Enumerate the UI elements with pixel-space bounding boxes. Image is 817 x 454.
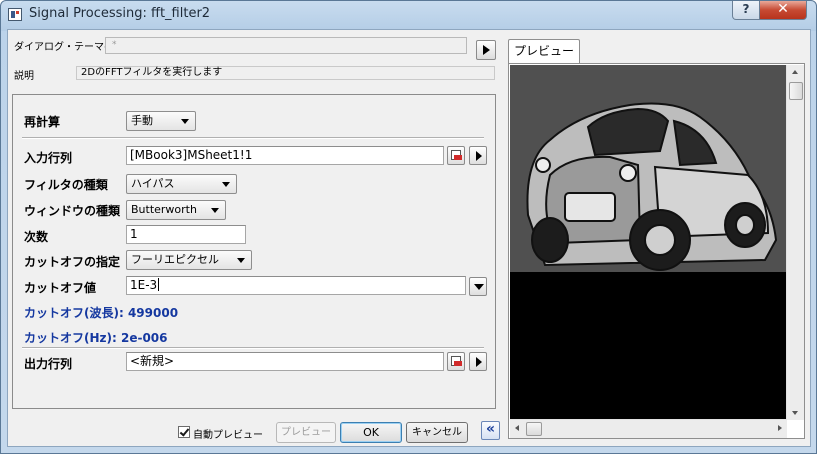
window-type-label: ウィンドウの種類	[24, 204, 121, 218]
scroll-down-icon[interactable]	[792, 411, 798, 415]
cutoff-hz-text: カットオフ(Hz): 2e-006	[24, 331, 168, 345]
scroll-up-icon[interactable]	[792, 70, 798, 74]
order-label: 次数	[24, 230, 49, 244]
input-matrix-field[interactable]: [MBook3]MSheet1!1	[126, 146, 444, 165]
cutoff-value-text: 1E-3	[130, 278, 158, 292]
select-range-icon[interactable]	[447, 352, 465, 371]
scroll-right-icon[interactable]	[778, 425, 782, 431]
input-menu-arrow-icon[interactable]	[469, 146, 487, 165]
window-type-value: Butterworth	[131, 203, 197, 216]
filter-type-label: フィルタの種類	[24, 178, 108, 192]
app-window-icon	[8, 8, 22, 21]
cancel-button[interactable]: キャンセル	[406, 422, 468, 443]
car-image	[510, 65, 787, 420]
divider	[22, 347, 484, 349]
cutoff-spec-dropdown[interactable]: フーリエピクセル	[126, 250, 252, 270]
chevron-down-icon	[237, 258, 245, 263]
select-range-icon[interactable]	[447, 146, 465, 165]
close-button[interactable]: ✕	[759, 1, 807, 20]
help-button[interactable]: ?	[732, 1, 760, 20]
theme-menu-arrow-icon[interactable]	[476, 40, 496, 60]
cutoff-spec-label: カットオフの指定	[24, 255, 121, 269]
output-menu-arrow-icon[interactable]	[469, 352, 487, 371]
title-bar[interactable]: Signal Processing: fft_filter2 ? ✕	[1, 1, 816, 29]
cutoff-value-field[interactable]: 1E-3	[126, 276, 466, 295]
chevron-down-icon	[222, 182, 230, 187]
dialog-body: ダイアログ・テーマ(H) * 説明 2DのFFTフィルタを実行します 再計算 手…	[7, 29, 811, 447]
window-title: Signal Processing: fft_filter2	[29, 6, 211, 21]
recalc-dropdown[interactable]: 手動	[126, 111, 196, 131]
vertical-scroll-thumb[interactable]	[789, 82, 803, 100]
recalc-label: 再計算	[24, 115, 61, 129]
description-field: 2DのFFTフィルタを実行します	[76, 66, 495, 80]
preview-vertical-scrollbar[interactable]	[786, 65, 804, 420]
filter-type-value: ハイパス	[131, 177, 175, 190]
cutoff-spec-value: フーリエピクセル	[131, 253, 219, 266]
theme-field[interactable]: *	[105, 37, 467, 54]
filter-type-dropdown[interactable]: ハイパス	[126, 174, 237, 194]
preview-horizontal-scrollbar[interactable]	[510, 419, 787, 438]
preview-button[interactable]: プレビュー	[276, 422, 336, 443]
ok-button[interactable]: OK	[340, 422, 402, 443]
dialog-window: Signal Processing: fft_filter2 ? ✕ ダイアログ…	[0, 0, 817, 454]
order-field[interactable]: 1	[126, 225, 246, 244]
output-matrix-field[interactable]: <新規>	[126, 352, 444, 371]
preview-image	[510, 65, 787, 420]
cutoff-wavelength-text: カットオフ(波長): 499000	[24, 306, 179, 320]
auto-preview-label[interactable]: 自動プレビュー	[193, 426, 263, 441]
divider	[22, 137, 484, 139]
output-matrix-label: 出力行列	[24, 357, 73, 371]
cutoff-value-label: カットオフ値	[24, 281, 97, 295]
scroll-left-icon[interactable]	[515, 425, 519, 431]
description-label: 説明	[14, 71, 34, 82]
input-matrix-label: 入力行列	[24, 151, 73, 165]
preview-pane	[508, 63, 805, 439]
window-type-dropdown[interactable]: Butterworth	[126, 200, 226, 220]
text-caret	[158, 278, 160, 291]
chevron-down-icon	[181, 119, 189, 124]
tab-preview[interactable]: プレビュー	[508, 39, 580, 64]
collapse-preview-button[interactable]: «	[481, 421, 500, 440]
settings-panel: 再計算 手動 入力行列 [MBook3]MSheet1!1 フィルタの種類 ハイ…	[12, 94, 496, 409]
horizontal-scroll-thumb[interactable]	[526, 422, 542, 436]
cutoff-value-dropdown-icon[interactable]	[469, 277, 487, 296]
auto-preview-checkbox[interactable]	[178, 426, 190, 438]
chevron-down-icon	[211, 208, 219, 213]
recalc-value: 手動	[131, 114, 153, 127]
theme-label: ダイアログ・テーマ(H)	[14, 42, 120, 53]
